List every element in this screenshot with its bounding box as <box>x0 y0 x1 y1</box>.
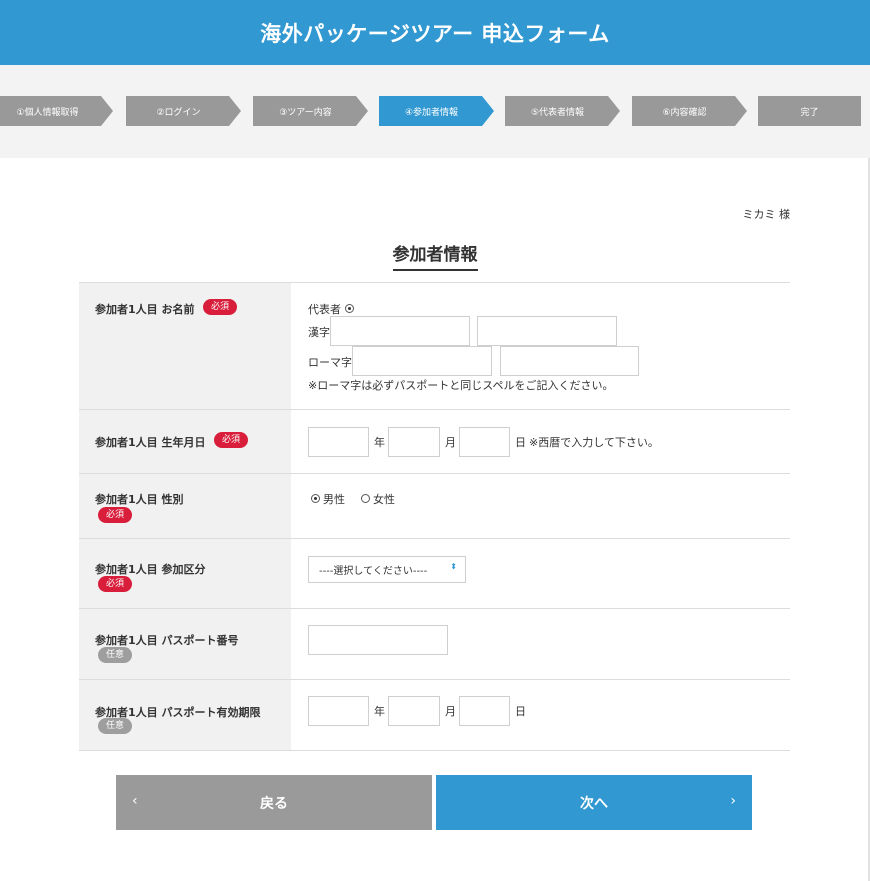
birth-year-input[interactable] <box>308 427 369 457</box>
passport-number-input[interactable] <box>308 625 448 655</box>
step-confirm: ⑥内容確認 <box>632 96 747 126</box>
required-badge: 必須 <box>203 299 238 315</box>
label-gender-text: 参加者1人目 性別 <box>95 493 184 506</box>
row-passport-number: 参加者1人目 パスポート番号 任意 <box>79 609 790 680</box>
back-button-label: 戻る <box>260 795 288 812</box>
application: 海外パッケージツアー 申込フォーム ①個人情報取得 ②ログイン ③ツアー内容 ④… <box>0 0 870 881</box>
label-category: 参加者1人目 参加区分 必須 <box>79 539 291 608</box>
label-passport-expiry: 参加者1人目 パスポート有効期限 任意 <box>79 680 291 750</box>
label-gender: 参加者1人目 性別 必須 <box>79 474 291 538</box>
next-button[interactable]: 次へ › <box>436 775 752 830</box>
year-unit: 年 <box>374 436 385 449</box>
expiry-year-input[interactable] <box>308 696 369 726</box>
value-name: 代表者 漢字 ローマ字 ※ローマ字は必ずパスポートと同じスペルをご記入ください。 <box>291 283 790 409</box>
birth-month-input[interactable] <box>388 427 440 457</box>
step-participant-info: ④参加者情報 <box>379 96 494 126</box>
representative-label: 代表者 <box>308 303 341 316</box>
male-label[interactable]: 男性 <box>323 491 345 507</box>
expiry-day-input[interactable] <box>459 696 510 726</box>
expiry-month-input[interactable] <box>388 696 440 726</box>
birth-note: ※西暦で入力して下さい。 <box>529 436 659 449</box>
required-badge: 必須 <box>98 576 133 592</box>
step-representative-info: ⑤代表者情報 <box>505 96 620 126</box>
participant-form: 参加者1人目 お名前 必須 代表者 漢字 ローマ字 ※ローマ字は必ずパスポートと… <box>79 282 790 751</box>
optional-badge: 任意 <box>98 647 133 663</box>
label-birthdate: 参加者1人目 生年月日 必須 <box>79 410 291 473</box>
value-gender: 男性 女性 <box>291 474 790 538</box>
value-birthdate: 年 月 日 ※西暦で入力して下さい。 <box>291 410 790 473</box>
label-category-text: 参加者1人目 参加区分 <box>95 563 206 576</box>
category-selected-value: ----選択してください---- <box>319 566 428 577</box>
user-name: ミカミ 様 <box>742 208 791 221</box>
roman-note: ※ローマ字は必ずパスポートと同じスペルをご記入ください。 <box>308 379 614 392</box>
birth-day-input[interactable] <box>459 427 510 457</box>
header-bar: 海外パッケージツアー 申込フォーム <box>0 0 870 65</box>
next-button-label: 次へ <box>580 795 608 812</box>
section-title-wrap: 参加者情報 <box>0 240 870 271</box>
female-label[interactable]: 女性 <box>373 491 395 507</box>
label-birthdate-text: 参加者1人目 生年月日 <box>95 436 206 449</box>
row-name: 参加者1人目 お名前 必須 代表者 漢字 ローマ字 ※ローマ字は必ずパスポートと… <box>79 283 790 410</box>
label-passport-number: 参加者1人目 パスポート番号 任意 <box>79 609 291 679</box>
label-passport-number-text: 参加者1人目 パスポート番号 <box>95 634 239 647</box>
day-unit: 日 <box>515 705 526 718</box>
label-name: 参加者1人目 お名前 必須 <box>79 283 291 409</box>
value-passport-number <box>291 609 790 679</box>
step-tour-details: ③ツアー内容 <box>253 96 368 126</box>
day-unit: 日 <box>515 436 526 449</box>
label-name-text: 参加者1人目 お名前 <box>95 303 195 316</box>
chevron-right-icon: › <box>730 793 736 809</box>
select-caret-icon: ⬍ <box>450 562 457 571</box>
progress-steps: ①個人情報取得 ②ログイン ③ツアー内容 ④参加者情報 ⑤代表者情報 ⑥内容確認… <box>0 65 870 158</box>
step-login: ②ログイン <box>126 96 241 126</box>
optional-badge: 任意 <box>98 718 133 734</box>
male-radio[interactable] <box>311 494 320 503</box>
value-category: ----選択してください---- ⬍ <box>291 539 790 608</box>
row-category: 参加者1人目 参加区分 必須 ----選択してください---- ⬍ <box>79 539 790 609</box>
form-title: 海外パッケージツアー 申込フォーム <box>260 21 610 46</box>
chevron-left-icon: ‹ <box>132 793 138 809</box>
row-gender: 参加者1人目 性別 必須 男性 女性 <box>79 474 790 539</box>
roman-last-name-input[interactable] <box>352 346 492 376</box>
section-title: 参加者情報 <box>392 240 478 271</box>
month-unit: 月 <box>445 705 456 718</box>
category-select[interactable]: ----選択してください---- ⬍ <box>308 556 466 583</box>
representative-radio[interactable] <box>345 304 354 313</box>
row-birthdate: 参加者1人目 生年月日 必須 年 月 日 ※西暦で入力して下さい。 <box>79 410 790 474</box>
required-badge: 必須 <box>214 432 249 448</box>
roman-first-name-input[interactable] <box>500 346 639 376</box>
female-radio[interactable] <box>361 494 370 503</box>
kanji-last-name-input[interactable] <box>330 316 470 346</box>
kanji-label: 漢字 <box>308 326 330 339</box>
value-passport-expiry: 年 月 日 <box>291 680 790 750</box>
kanji-first-name-input[interactable] <box>477 316 617 346</box>
back-button[interactable]: ‹ 戻る <box>116 775 432 830</box>
roman-label: ローマ字 <box>308 356 352 369</box>
step-complete: 完了 <box>758 96 861 126</box>
year-unit: 年 <box>374 705 385 718</box>
required-badge: 必須 <box>98 507 133 523</box>
month-unit: 月 <box>445 436 456 449</box>
row-passport-expiry: 参加者1人目 パスポート有効期限 任意 年 月 日 <box>79 680 790 751</box>
step-personal-info: ①個人情報取得 <box>0 96 113 126</box>
